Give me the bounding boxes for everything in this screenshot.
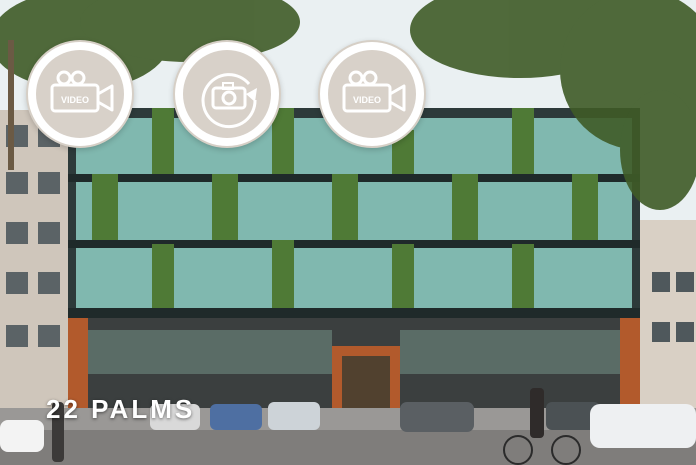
- photo-360-button[interactable]: [173, 40, 281, 148]
- video-label: VIDEO: [61, 95, 89, 105]
- video-button-2[interactable]: VIDEO: [318, 40, 426, 148]
- video-camera-icon: VIDEO: [50, 70, 114, 113]
- project-title: 22 PALMS: [46, 394, 196, 424]
- video-button-1[interactable]: VIDEO: [26, 40, 134, 148]
- video-label: VIDEO: [353, 95, 381, 105]
- video-camera-icon: VIDEO: [342, 70, 406, 113]
- building-rendering-frame: 22 PALMS VIDEO VIDEO: [0, 0, 696, 465]
- camera-360-icon: [201, 73, 257, 129]
